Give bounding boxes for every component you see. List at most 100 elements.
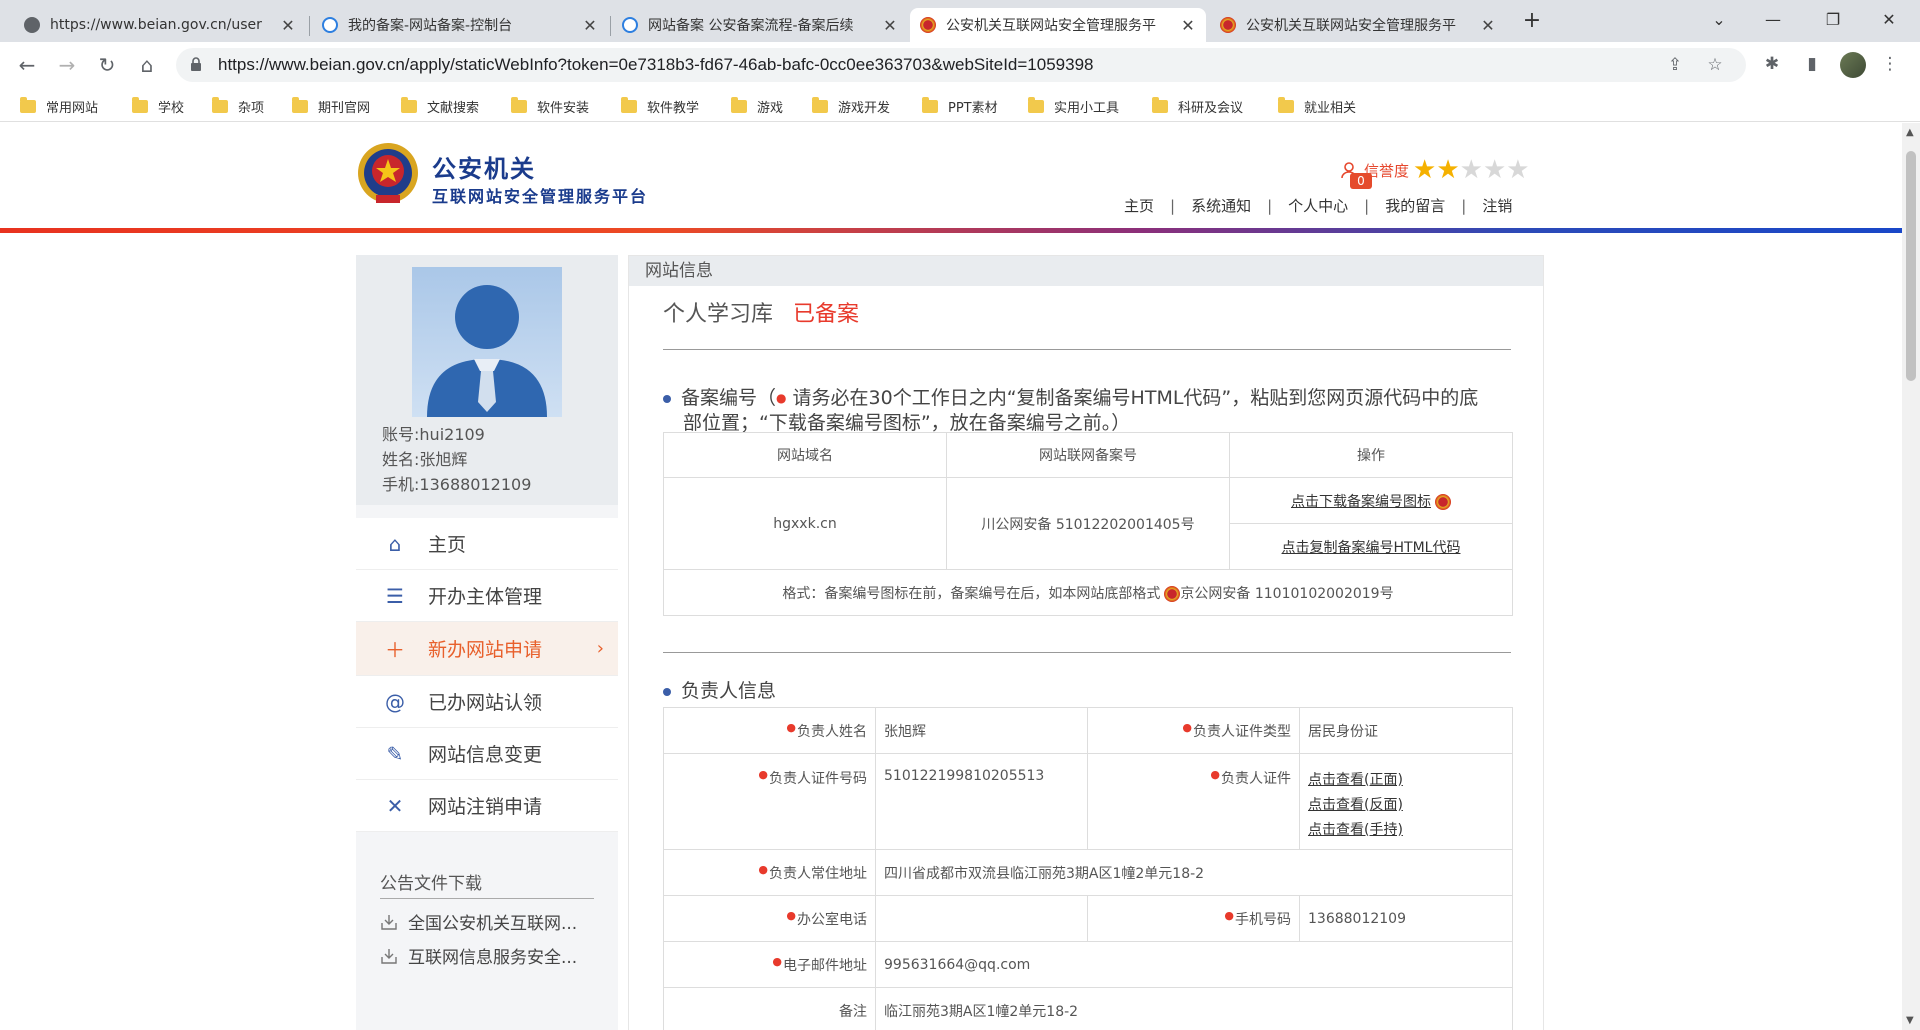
bookmark-folder[interactable]: 期刊官网 — [292, 96, 370, 116]
sidebar-item-home[interactable]: ⌂ 主页 — [356, 518, 618, 570]
browser-tab[interactable]: https://www.beian.gov.cn/user ✕ — [14, 8, 306, 42]
close-icon[interactable]: ✕ — [882, 16, 898, 35]
bookmark-label: 学校 — [158, 100, 185, 116]
bookmark-folder[interactable]: 常用网站 — [20, 96, 98, 116]
nav-home[interactable]: 主页 — [1124, 195, 1154, 216]
sidebar-item-claim-website[interactable]: @ 已办网站认领 — [356, 676, 618, 728]
account-row: 账号:hui2109 — [382, 421, 485, 445]
forward-button[interactable]: → — [52, 50, 82, 80]
bookmark-folder[interactable]: 软件安装 — [511, 96, 589, 116]
bookmark-folder[interactable]: 文献搜索 — [401, 96, 479, 116]
download-record-icon-link[interactable]: 点击下载备案编号图标 — [1291, 494, 1431, 510]
share-icon[interactable]: ⇪ — [1664, 55, 1686, 77]
bookmark-folder[interactable]: 实用小工具 — [1028, 96, 1119, 116]
remark-value: 临江丽苑3期A区1幢2单元18-2 — [875, 987, 1513, 1030]
nav-personal-center[interactable]: 个人中心 — [1288, 195, 1348, 216]
top-navigation: 主页 | 系统通知 | 个人中心 | 我的留言 | 注销 — [1124, 195, 1512, 216]
label-text: 负责人姓名 — [797, 723, 867, 740]
profile-avatar[interactable] — [1840, 52, 1866, 78]
scrollbar-thumb[interactable] — [1906, 151, 1916, 381]
office-phone-value — [875, 895, 1088, 942]
police-emblem-icon — [1220, 17, 1236, 33]
section-title-prefix: 备案编号（ — [681, 387, 777, 409]
reload-button[interactable]: ↻ — [92, 50, 122, 80]
menu-kebab-icon[interactable]: ⋮ — [1878, 54, 1902, 78]
bookmark-star-icon[interactable]: ☆ — [1704, 55, 1726, 77]
field-label: ●电子邮件地址 — [663, 941, 876, 988]
owner-info-table: ●负责人姓名 张旭辉 ●负责人证件类型 居民身份证 ●负责人证件号码 51012… — [663, 707, 1513, 1030]
section-title-text: 负责人信息 — [681, 680, 777, 702]
bookmark-folder[interactable]: 科研及会议 — [1152, 96, 1243, 116]
star-empty-icon: ★ — [1482, 155, 1507, 185]
sidebar-item-entity-management[interactable]: ☰ 开办主体管理 — [356, 570, 618, 622]
folder-icon — [20, 96, 36, 113]
required-mark: ● — [786, 720, 796, 734]
bookmark-folder[interactable]: 学校 — [132, 96, 184, 116]
chevron-right-icon: › — [596, 638, 604, 659]
bookmarks-bar: 常用网站 学校 杂项 期刊官网 文献搜索 软件安装 软件教学 游戏 游戏开发 P… — [0, 88, 1920, 122]
notice-download-link[interactable]: 互联网信息服务安全... — [380, 943, 577, 968]
label-text: 负责人证件类型 — [1193, 723, 1291, 740]
view-id-back-link[interactable]: 点击查看(反面) — [1308, 797, 1403, 813]
name-value: 张旭辉 — [419, 450, 468, 469]
folder-icon — [292, 96, 308, 113]
scroll-down-arrow-icon[interactable]: ▼ — [1906, 1015, 1914, 1026]
scroll-up-arrow-icon[interactable]: ▲ — [1906, 127, 1914, 138]
address-value: 四川省成都市双流县临江丽苑3期A区1幢2单元18-2 — [875, 849, 1513, 896]
bookmark-label: 实用小工具 — [1054, 100, 1120, 116]
close-icon[interactable]: ✕ — [1480, 16, 1496, 35]
nav-my-messages[interactable]: 我的留言 — [1385, 195, 1445, 216]
extensions-icon[interactable]: ✱ — [1760, 54, 1784, 78]
close-icon[interactable]: ✕ — [280, 16, 296, 35]
home-button[interactable]: ⌂ — [132, 50, 162, 80]
page-scrollbar[interactable]: ▲ ▼ — [1902, 123, 1920, 1030]
view-id-front-link[interactable]: 点击查看(正面) — [1308, 772, 1403, 788]
close-window-button[interactable]: ✕ — [1866, 6, 1912, 34]
nav-separator: | — [1364, 196, 1370, 215]
notice-download-link[interactable]: 全国公安机关互联网... — [380, 909, 577, 934]
browser-tab-active[interactable]: 公安机关互联网站安全管理服务平 ✕ — [910, 8, 1206, 42]
minimize-button[interactable]: — — [1750, 6, 1796, 34]
restore-button[interactable]: ❐ — [1810, 6, 1856, 34]
view-id-handheld-link[interactable]: 点击查看(手持) — [1308, 822, 1403, 838]
label-text: 负责人证件 — [1221, 771, 1291, 787]
bookmark-label: 软件教学 — [647, 100, 700, 116]
browser-tab[interactable]: 我的备案-网站备案-控制台 ✕ — [312, 8, 608, 42]
bookmark-folder[interactable]: 杂项 — [212, 96, 264, 116]
account-value: hui2109 — [419, 425, 485, 444]
bookmark-folder[interactable]: PPT素材 — [922, 96, 998, 116]
download-icon-cell: 点击下载备案编号图标 — [1229, 477, 1513, 524]
sidebar-item-new-website[interactable]: ＋ 新办网站申请 › — [356, 622, 618, 676]
back-button[interactable]: ← — [12, 50, 42, 80]
bookmark-folder[interactable]: 软件教学 — [621, 96, 699, 116]
at-icon: @ — [385, 689, 405, 714]
address-bar[interactable]: https://www.beian.gov.cn/apply/staticWeb… — [176, 48, 1746, 82]
bookmark-label: 软件安装 — [537, 100, 590, 116]
required-mark: ● — [1224, 908, 1234, 922]
browser-tab[interactable]: 公安机关互联网站安全管理服务平 ✕ — [1210, 8, 1506, 42]
domain-cell: hgxxk.cn — [663, 477, 947, 570]
close-icon[interactable]: ✕ — [582, 16, 598, 35]
tab-search-icon[interactable]: ⌄ — [1696, 6, 1742, 34]
bookmark-folder[interactable]: 游戏开发 — [812, 96, 890, 116]
side-panel-icon[interactable]: ▮ — [1800, 54, 1824, 78]
sidebar-item-cancel-website[interactable]: ✕ 网站注销申请 — [356, 780, 618, 832]
nav-logout[interactable]: 注销 — [1482, 195, 1512, 216]
copy-record-html-link[interactable]: 点击复制备案编号HTML代码 — [1282, 540, 1461, 556]
format-example-text: 京公网安备 11010102002019号 — [1180, 585, 1394, 602]
sidebar-item-change-info[interactable]: ✎ 网站信息变更 — [356, 728, 618, 780]
folder-icon — [132, 96, 148, 113]
format-note-text: 格式：备案编号图标在前，备案编号在后，如本网站底部格式 — [782, 585, 1161, 602]
police-emblem-icon — [1435, 493, 1451, 510]
bookmark-folder[interactable]: 游戏 — [731, 96, 783, 116]
name-label: 姓名: — [382, 450, 420, 469]
bookmark-folder[interactable]: 就业相关 — [1278, 96, 1356, 116]
nav-system-notice[interactable]: 系统通知 — [1191, 195, 1251, 216]
notification-badge[interactable]: 0 — [1350, 173, 1372, 189]
police-emblem-icon — [920, 17, 936, 33]
browser-tab[interactable]: 网站备案 公安备案流程-备案后续 ✕ — [612, 8, 908, 42]
new-tab-button[interactable]: + — [1518, 8, 1546, 36]
column-header: 操作 — [1229, 432, 1513, 478]
close-icon[interactable]: ✕ — [1180, 16, 1196, 35]
owner-name-value: 张旭辉 — [875, 707, 1088, 754]
